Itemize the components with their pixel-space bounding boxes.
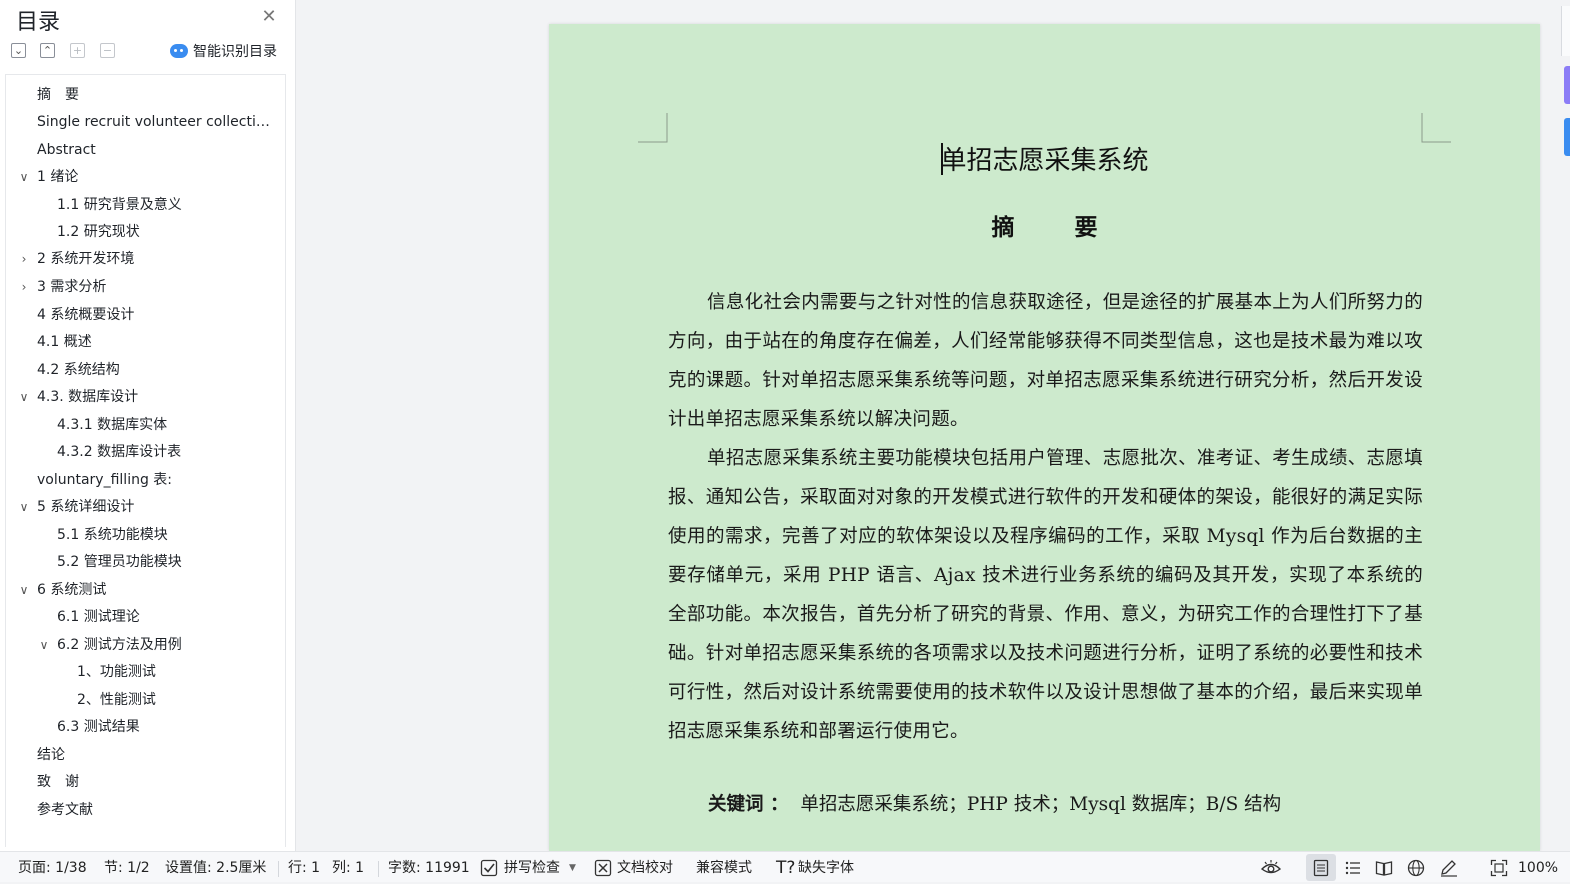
- spell-check-icon[interactable]: [480, 859, 500, 877]
- keywords-line[interactable]: 关键词 ： 单招志愿采集系统；PHP 技术；Mysql 数据库；B/S 结构: [708, 790, 1281, 816]
- document-title[interactable]: 单招志愿采集系统: [549, 140, 1540, 177]
- eye-protection-icon[interactable]: [1260, 859, 1282, 877]
- toc-item-4-3-1[interactable]: 4.3.1 数据库实体: [57, 413, 277, 437]
- toc-item-conclusion[interactable]: 结论: [37, 743, 277, 767]
- ai-assistant-icon: [170, 44, 188, 58]
- margin-corner-mark: [638, 113, 668, 143]
- word-count[interactable]: 字数: 11991: [388, 852, 470, 882]
- toc-item-5-2[interactable]: 5.2 管理员功能模块: [57, 550, 277, 574]
- section-indicator[interactable]: 节: 1/2: [104, 852, 150, 882]
- toc-item-6-2[interactable]: 6.2 测试方法及用例: [57, 633, 277, 657]
- toc-item-6-3[interactable]: 6.3 测试结果: [57, 715, 277, 739]
- toc-item-6-1[interactable]: 6.1 测试理论: [57, 605, 277, 629]
- chevron-down-icon[interactable]: ∨: [17, 578, 31, 602]
- toc-item-ch6[interactable]: 6 系统测试: [37, 578, 277, 602]
- row-indicator[interactable]: 行: 1: [288, 852, 320, 882]
- expand-all-icon[interactable]: ⌄: [11, 43, 26, 58]
- toc-item-1-2[interactable]: 1.2 研究现状: [57, 220, 277, 244]
- fit-page-icon[interactable]: [1490, 859, 1510, 877]
- page-indicator[interactable]: 页面: 1/38: [18, 852, 87, 882]
- vertical-scrollbar[interactable]: [1561, 6, 1570, 56]
- remove-heading-icon[interactable]: −: [100, 43, 115, 58]
- outline-view-icon[interactable]: [1344, 859, 1364, 877]
- toc-item-thanks[interactable]: 致 谢: [37, 770, 277, 794]
- toc-panel: 目录 ✕ ⌄ ⌃ + − 智能识别目录 摘 要 Single recruit v…: [0, 0, 296, 851]
- toc-item-4-3-2[interactable]: 4.3.2 数据库设计表: [57, 440, 277, 464]
- chevron-down-icon[interactable]: ∨: [17, 385, 31, 409]
- close-icon[interactable]: ✕: [260, 8, 278, 26]
- toc-item-6-2-1[interactable]: 1、功能测试: [77, 660, 277, 684]
- web-view-icon[interactable]: [1407, 859, 1427, 877]
- caret-down-icon[interactable]: ▼: [569, 852, 576, 882]
- abstract-heading[interactable]: 摘 要: [549, 208, 1540, 242]
- toc-item-ch4[interactable]: 4 系统概要设计: [37, 303, 277, 327]
- doc-proofread-button[interactable]: 文档校对: [617, 852, 673, 882]
- zoom-level[interactable]: 100%: [1518, 852, 1558, 882]
- toc-item-abstract-en[interactable]: Abstract: [37, 138, 277, 162]
- toc-item-6-2-2[interactable]: 2、性能测试: [77, 688, 277, 712]
- toc-title: 目录: [16, 10, 61, 35]
- compat-mode-button[interactable]: 兼容模式: [696, 852, 752, 882]
- toc-item-ch2[interactable]: 2 系统开发环境: [37, 247, 277, 271]
- missing-font-button[interactable]: 缺失字体: [798, 852, 854, 882]
- abstract-paragraph-1[interactable]: 信息化社会内需要与之针对性的信息获取途径，但是途径的扩展基本上为人们所努力的方向…: [668, 283, 1423, 439]
- add-heading-icon[interactable]: +: [70, 43, 85, 58]
- missing-font-icon[interactable]: T?: [776, 852, 795, 882]
- reading-view-icon[interactable]: [1375, 859, 1395, 877]
- toc-item-4-2[interactable]: 4.2 系统结构: [37, 358, 277, 382]
- toc-item-ch5[interactable]: 5 系统详细设计: [37, 495, 277, 519]
- toc-item-ch3[interactable]: 3 需求分析: [37, 275, 277, 299]
- setting-indicator[interactable]: 设置值: 2.5厘米: [165, 852, 266, 882]
- chevron-down-icon[interactable]: ∨: [17, 495, 31, 519]
- smart-toc-button[interactable]: 智能识别目录: [170, 41, 277, 61]
- abstract-paragraph-2[interactable]: 单招志愿采集系统主要功能模块包括用户管理、志愿批次、准考证、考生成绩、志愿填报、…: [668, 439, 1423, 751]
- page-view-icon[interactable]: [1312, 859, 1332, 877]
- toc-list: 摘 要 Single recruit volunteer collection …: [5, 74, 286, 847]
- text-cursor: [941, 143, 943, 175]
- side-panel-tab[interactable]: [1564, 66, 1570, 104]
- margin-corner-mark: [1421, 113, 1451, 143]
- toc-item-4-3[interactable]: 4.3. 数据库设计: [37, 385, 277, 409]
- keywords-label: 关键词 ：: [708, 794, 789, 815]
- column-indicator[interactable]: 列: 1: [332, 852, 364, 882]
- divider: [378, 861, 379, 877]
- chevron-right-icon[interactable]: ›: [17, 247, 31, 271]
- divider: [278, 861, 279, 877]
- pen-icon[interactable]: [1439, 859, 1459, 877]
- chevron-right-icon[interactable]: ›: [17, 275, 31, 299]
- toc-item-4-1[interactable]: 4.1 概述: [37, 330, 277, 354]
- toc-item-1-1[interactable]: 1.1 研究背景及意义: [57, 193, 277, 217]
- chevron-down-icon[interactable]: ∨: [37, 633, 51, 657]
- smart-toc-label: 智能识别目录: [193, 44, 277, 60]
- chevron-down-icon[interactable]: ∨: [17, 165, 31, 189]
- status-bar: 页面: 1/38 节: 1/2 设置值: 2.5厘米 行: 1 列: 1 字数:…: [0, 851, 1570, 882]
- toc-item-english-title[interactable]: Single recruit volunteer collection syst…: [37, 110, 274, 134]
- toc-item-references[interactable]: 参考文献: [37, 798, 277, 822]
- collapse-all-icon[interactable]: ⌃: [40, 43, 55, 58]
- toc-item-5-1[interactable]: 5.1 系统功能模块: [57, 523, 277, 547]
- toc-item-ch1[interactable]: 1 绪论: [37, 165, 277, 189]
- spell-check-button[interactable]: 拼写检查: [504, 852, 560, 882]
- toc-item-voluntary-filling[interactable]: voluntary_filling 表:: [37, 468, 277, 492]
- toc-item-abstract-cn[interactable]: 摘 要: [37, 83, 277, 107]
- side-panel-tab[interactable]: [1564, 118, 1570, 156]
- keywords-value: 单招志愿采集系统；PHP 技术；Mysql 数据库；B/S 结构: [800, 794, 1282, 815]
- doc-proofread-icon[interactable]: [594, 859, 614, 877]
